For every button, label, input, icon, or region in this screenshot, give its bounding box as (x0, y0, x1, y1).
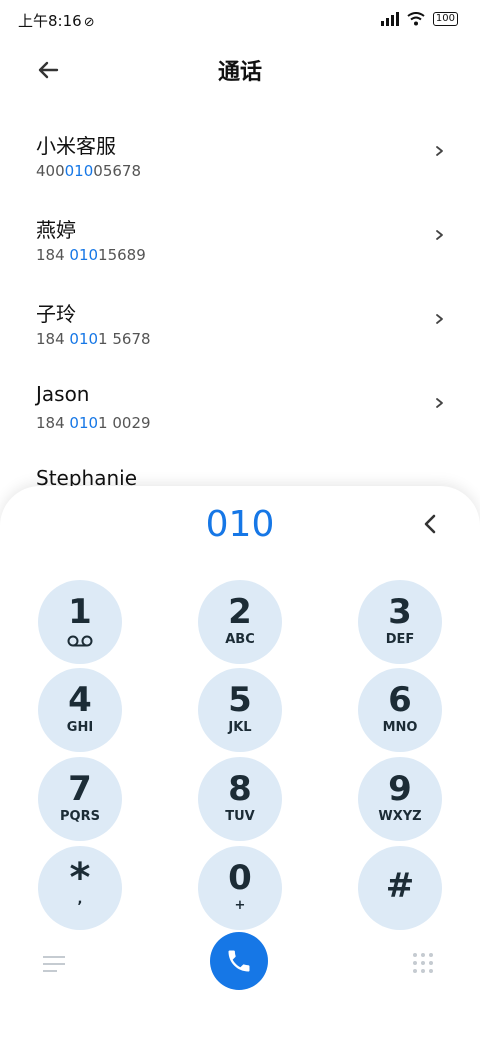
key-5[interactable]: 5 JKL (198, 668, 282, 752)
contact-row[interactable]: Stephanie (0, 446, 480, 490)
key-digit: 0 (228, 858, 252, 898)
wifi-icon (407, 12, 425, 26)
call-button[interactable] (210, 932, 268, 990)
key-letters: ABC (225, 632, 255, 647)
key-letters: JKL (228, 720, 252, 735)
voicemail-icon (67, 635, 93, 647)
contact-number: 184 0101 5678 (36, 330, 151, 348)
contact-results-list: 小米客服 40001005678 燕婷 184 01015689 子玲 184 … (0, 110, 480, 490)
contact-number: 40001005678 (36, 162, 141, 180)
dialpad-icon[interactable] (412, 952, 434, 974)
contact-number: 184 01015689 (36, 246, 146, 264)
key-digit: 4 (68, 680, 92, 720)
key-7[interactable]: 7 PQRS (38, 757, 122, 841)
contact-name: 子玲 (36, 302, 76, 326)
key-letters: GHI (66, 720, 94, 735)
key-1[interactable]: 1 (38, 580, 122, 664)
key-2[interactable]: 2 ABC (198, 580, 282, 664)
delete-button[interactable] (416, 510, 444, 538)
contact-number: 184 0101 0029 (36, 414, 151, 432)
key-digit: 2 (228, 592, 252, 632)
key-digit: 1 (68, 592, 92, 632)
key-0[interactable]: 0 + (198, 846, 282, 930)
signal-icon (380, 12, 399, 26)
key-digit: 7 (68, 769, 92, 809)
header: 通话 (0, 40, 480, 100)
chevron-right-icon[interactable] (432, 312, 446, 326)
contact-row[interactable]: 子玲 184 0101 5678 (0, 278, 480, 362)
chevron-right-icon[interactable] (432, 228, 446, 242)
key-letters: + (234, 898, 246, 913)
phone-icon (228, 950, 250, 972)
status-time: 上午8:16 ⊘ (18, 10, 95, 31)
key-digit: 9 (388, 769, 412, 809)
key-digit: # (385, 866, 415, 906)
key-star[interactable]: * , (38, 846, 122, 930)
key-9[interactable]: 9 WXYZ (358, 757, 442, 841)
contact-name: Jason (36, 382, 90, 406)
key-letters: DEF (385, 632, 415, 647)
time-text: 上午8:16 (18, 12, 82, 30)
key-6[interactable]: 6 MNO (358, 668, 442, 752)
contact-row[interactable]: 小米客服 40001005678 (0, 110, 480, 194)
chevron-right-icon[interactable] (432, 396, 446, 410)
key-digit: * (69, 855, 91, 901)
contact-name: 燕婷 (36, 218, 76, 242)
key-4[interactable]: 4 GHI (38, 668, 122, 752)
key-letters: , (77, 892, 83, 907)
key-letters: PQRS (60, 809, 100, 824)
key-hash[interactable]: # (358, 846, 442, 930)
key-letters: WXYZ (378, 809, 422, 824)
key-8[interactable]: 8 TUV (198, 757, 282, 841)
chevron-left-icon (424, 514, 436, 534)
key-3[interactable]: 3 DEF (358, 580, 442, 664)
key-digit: 3 (388, 592, 412, 632)
contact-row[interactable]: Jason 184 0101 0029 (0, 362, 480, 446)
status-icons: 100 (380, 12, 458, 26)
key-letters: TUV (225, 809, 255, 824)
battery-icon: 100 (432, 12, 458, 26)
dialer-panel: 010 1 2 ABC 3 DEF 4 GHI 5 JKL 6 MNO 7 PQ… (0, 486, 480, 1040)
key-letters: MNO (382, 720, 418, 735)
key-digit: 8 (228, 769, 252, 809)
dialer-actions (0, 930, 480, 1000)
contact-name: 小米客服 (36, 134, 116, 158)
dialed-number: 010 (205, 504, 275, 545)
page-title: 通话 (217, 60, 262, 85)
key-digit: 5 (228, 680, 252, 720)
menu-icon[interactable] (42, 952, 66, 976)
mute-icon: ⊘ (83, 15, 95, 30)
key-digit: 6 (388, 680, 412, 720)
chevron-right-icon[interactable] (432, 144, 446, 158)
contact-row[interactable]: 燕婷 184 01015689 (0, 194, 480, 278)
status-bar: 上午8:16 ⊘ 100 (0, 0, 480, 40)
